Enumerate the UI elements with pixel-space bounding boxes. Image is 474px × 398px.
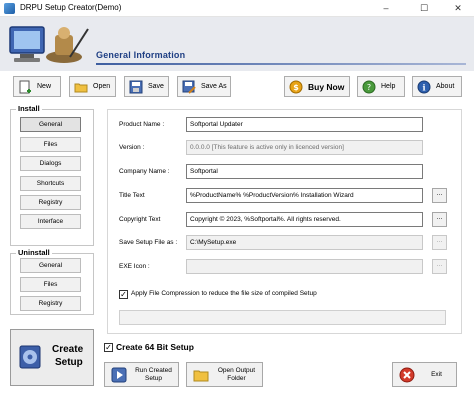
save-button[interactable]: Save: [124, 76, 169, 97]
copyright-text-input[interactable]: Copyright © 2023, %Softportal%. All righ…: [186, 212, 423, 227]
exit-icon: [399, 367, 415, 382]
copyright-browse-button[interactable]: ...: [432, 212, 447, 227]
open-folder-line1: Open Output: [217, 366, 256, 374]
open-label: Open: [93, 83, 111, 90]
about-button[interactable]: i About: [412, 76, 462, 97]
sidebar-install-shortcuts[interactable]: Shortcuts: [20, 176, 81, 191]
save-setup-label: Save Setup File as :: [119, 239, 178, 246]
info-icon: i: [417, 80, 431, 94]
open-folder-line2: Folder: [227, 374, 246, 382]
title-text-browse-button[interactable]: ...: [432, 188, 447, 203]
save-setup-browse-button[interactable]: ...: [432, 235, 447, 250]
svg-text:?: ?: [367, 83, 371, 92]
save-as-button[interactable]: Save As: [177, 76, 231, 97]
run-label-line1: Run Created: [135, 366, 172, 374]
general-settings-form: Product Name : Softportal Updater Versio…: [107, 109, 462, 334]
run-label-line2: Setup: [145, 374, 162, 382]
header-divider: [96, 63, 466, 65]
section-title: General Information: [96, 50, 186, 60]
create-setup-line2: Setup: [55, 357, 83, 368]
exe-icon-browse-button[interactable]: ...: [432, 259, 447, 274]
version-label: Version :: [119, 144, 145, 151]
help-icon: ?: [362, 80, 376, 94]
new-button[interactable]: New: [13, 76, 61, 97]
install-title: Install: [16, 104, 42, 113]
buy-now-button[interactable]: $ Buy Now: [284, 76, 350, 97]
app-icon: [4, 3, 15, 14]
product-name-label: Product Name :: [119, 121, 165, 128]
exit-label: Exit: [431, 370, 442, 378]
save-disk-icon: [129, 80, 143, 94]
run-created-setup-text: Run Created Setup: [133, 367, 178, 383]
compile-progress-bar: [119, 310, 446, 325]
coin-icon: $: [289, 80, 303, 94]
new-label: New: [37, 83, 52, 90]
company-name-input[interactable]: Softportal: [186, 164, 423, 179]
new-file-icon: [18, 80, 32, 94]
copyright-text-label: Copyright Text: [119, 216, 161, 223]
exe-icon-label: EXE Icon :: [119, 263, 150, 270]
create-setup-button[interactable]: Create Setup: [10, 329, 94, 386]
compression-checkbox[interactable]: ✓: [119, 290, 128, 299]
create-64bit-checkbox[interactable]: ✓: [104, 343, 113, 352]
company-name-label: Company Name :: [119, 168, 170, 175]
setup-disc-icon: [19, 345, 41, 369]
exe-icon-input[interactable]: [186, 259, 423, 274]
sidebar-install-dialogs[interactable]: Dialogs: [20, 156, 81, 171]
version-input[interactable]: 0.0.0.0 [This feature is active only in …: [186, 140, 423, 155]
uninstall-title: Uninstall: [16, 248, 52, 257]
save-label: Save: [148, 83, 164, 90]
product-name-input[interactable]: Softportal Updater: [186, 117, 423, 132]
svg-text:i: i: [422, 82, 425, 92]
run-created-setup-button[interactable]: Run Created Setup: [104, 362, 179, 387]
open-button[interactable]: Open: [69, 76, 116, 97]
maximize-button[interactable]: ☐: [410, 0, 438, 17]
sidebar-install-registry[interactable]: Registry: [20, 195, 81, 210]
folder-open-icon: [74, 80, 88, 94]
save-setup-path-input[interactable]: C:\MySetup.exe: [186, 235, 423, 250]
open-output-folder-text: Open Output Folder: [215, 367, 262, 383]
run-setup-icon: [111, 367, 127, 382]
exit-button[interactable]: Exit: [392, 362, 457, 387]
open-output-folder-button[interactable]: Open Output Folder: [186, 362, 263, 387]
create-setup-line1: Create: [52, 344, 84, 355]
main-area: New Open Save Save As $ Buy Now ? Help i: [0, 71, 474, 398]
sidebar-install-interface[interactable]: Interface: [20, 214, 81, 229]
save-as-icon: [182, 80, 196, 94]
sidebar-uninstall-registry[interactable]: Registry: [20, 296, 81, 311]
minimize-button[interactable]: –: [372, 0, 400, 17]
output-folder-icon: [193, 370, 209, 381]
close-window-button[interactable]: ✕: [444, 0, 472, 17]
header-banner: General Information: [0, 17, 474, 71]
save-as-label: Save As: [201, 83, 227, 90]
title-text-input[interactable]: %ProductName% %ProductVersion% Installat…: [186, 188, 423, 203]
sidebar-uninstall-general[interactable]: General: [20, 258, 81, 273]
help-label: Help: [381, 83, 396, 90]
help-button[interactable]: ? Help: [357, 76, 405, 97]
title-text-label: Title Text: [119, 192, 145, 199]
window-title: DRPU Setup Creator(Demo): [20, 3, 122, 12]
create-64bit-label: Create 64 Bit Setup: [116, 342, 194, 352]
buy-now-label: Buy Now: [308, 81, 345, 92]
title-bar: DRPU Setup Creator(Demo) – ☐ ✕: [0, 0, 474, 17]
sidebar-uninstall-files[interactable]: Files: [20, 277, 81, 292]
compression-label: Apply File Compression to reduce the fil…: [131, 290, 317, 297]
sidebar-install-general[interactable]: General: [20, 117, 81, 132]
sidebar-install-files[interactable]: Files: [20, 137, 81, 152]
svg-text:$: $: [293, 83, 299, 92]
about-label: About: [436, 83, 455, 90]
setup-creator-logo: [9, 26, 89, 63]
